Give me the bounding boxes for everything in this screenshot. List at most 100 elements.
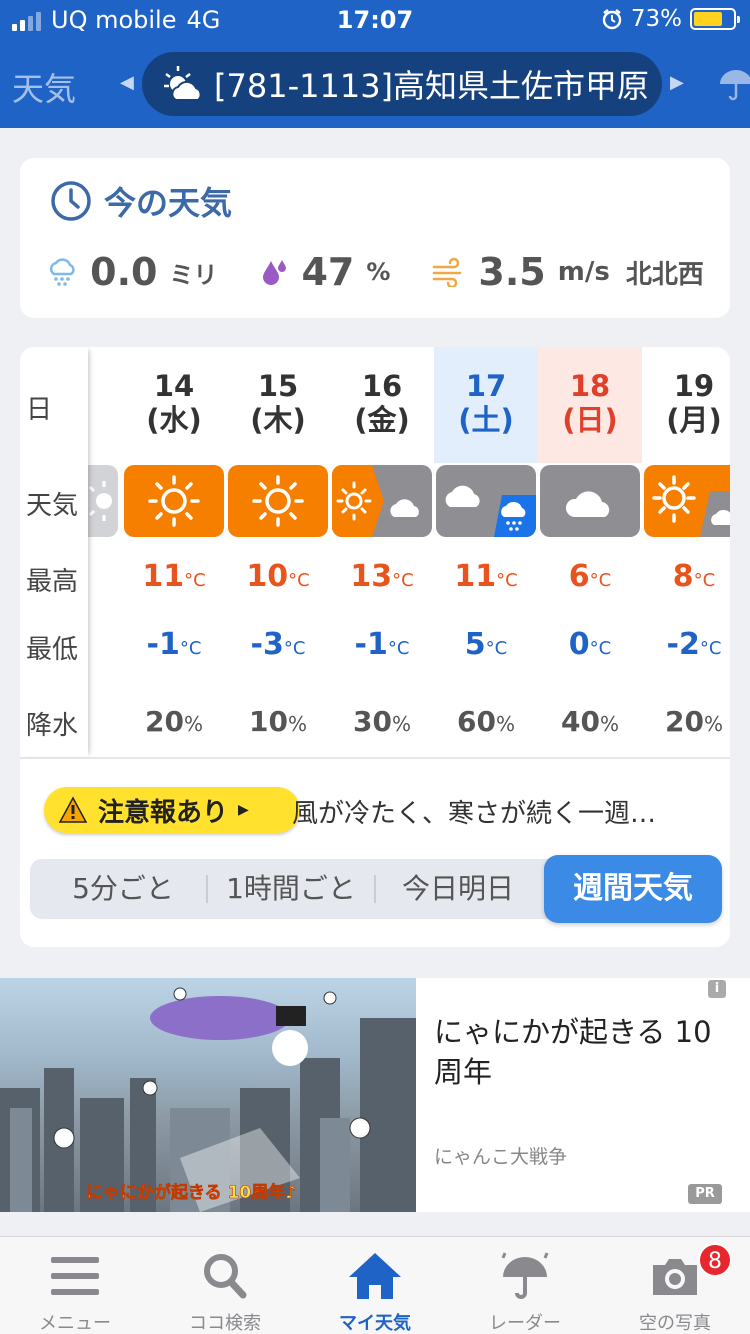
day-header: 19 (月) [642, 347, 730, 463]
prev-page-label[interactable]: 天気 [12, 64, 76, 110]
location-name: [781-1113]高知県土佐市甲原 [214, 67, 650, 105]
row-label-day: 日 [26, 395, 53, 425]
status-bar: UQ mobile 4G 17:07 73% [0, 0, 750, 42]
high-temp: 6°C [568, 559, 612, 594]
current-weather-title: 今の天気 [50, 178, 232, 224]
sunny-icon [228, 465, 328, 537]
battery-icon [690, 8, 740, 30]
row-label-precip: 降水 [26, 711, 79, 741]
day-header: 14 (水) [122, 347, 226, 463]
ad-title[interactable]: にゃにかが起きる 10周年 [434, 1012, 734, 1092]
tab-label: マイ天気 [339, 1313, 411, 1334]
low-temp: 0°C [568, 627, 612, 662]
ad-image-caption: にゃにかが起きる 10周年♪ [86, 1183, 297, 1204]
row-label-low: 最低 [26, 635, 79, 665]
precip-chance: 10% [249, 705, 307, 738]
low-temp: -1°C [354, 627, 410, 662]
sunny-icon [124, 465, 224, 537]
low-temp: 5°C [464, 627, 508, 662]
low-temp: -2°C [666, 627, 722, 662]
high-temp: 13°C [350, 559, 414, 594]
ad-banner[interactable]: にゃにかが起きる 10周年♪ i にゃにかが起きる 10周年 にゃんこ大戦争 P… [0, 978, 750, 1212]
sunny-then-cloudy-icon [644, 465, 730, 537]
wind-direction: 北北西 [625, 259, 704, 290]
tab-search[interactable]: ココ検索 [150, 1237, 300, 1334]
segment-weekly[interactable]: 週間天気 [544, 855, 722, 923]
day-date: 18 [569, 369, 611, 403]
battery-percent: 73% [630, 6, 682, 32]
humidity-drop-icon [263, 260, 287, 285]
tab-label: 空の写真 [639, 1313, 711, 1334]
segment-today-tomorrow[interactable]: 今日明日 [376, 859, 540, 919]
menu-icon [51, 1257, 99, 1295]
forecast-day-15: 15 (木) 10°C -3°C 10% [226, 347, 330, 757]
sunny-then-cloudy-icon [332, 465, 432, 537]
forecast-day-16: 16 (金) 13°C -1°C 30% [330, 347, 434, 757]
status-right: 73% [601, 6, 740, 32]
day-date: 16 [361, 369, 403, 403]
day-date: 15 [257, 369, 299, 403]
forecast-range-selector: 5分ごと 1時間ごと 今日明日 週間天気 [30, 855, 722, 923]
day-date: 17 [465, 369, 507, 403]
high-temp: 10°C [246, 559, 310, 594]
prev-arrow-icon[interactable]: ◀ [120, 72, 134, 93]
sun-behind-cloud-icon [164, 66, 202, 101]
wind-icon [433, 257, 462, 287]
day-date: 19 [673, 369, 715, 403]
forecast-days-scroller[interactable]: 14 (水) 11°C -1°C 20% 15 (木) 10°C -3°C 10% … [20, 347, 730, 757]
ad-image[interactable]: にゃにかが起きる 10周年♪ [0, 978, 416, 1212]
day-header: 15 (木) [226, 347, 330, 463]
card-divider [20, 757, 730, 759]
rain-amount: 0.0 [90, 250, 158, 294]
current-weather-values: 0.0 ミリ 47 % 3.5 m/s 北北西 [20, 250, 730, 294]
ad-brand: にゃんこ大戦争 [434, 1146, 568, 1168]
day-of-week: (木) [250, 403, 306, 437]
tab-sky-photos[interactable]: 8 空の写真 [600, 1237, 750, 1334]
app-header: UQ mobile 4G 17:07 73% 天気 ◀ [781-1113]高知… [0, 0, 750, 128]
precip-chance: 20% [145, 705, 203, 738]
tab-my-weather[interactable]: マイ天気 [300, 1237, 450, 1334]
forecast-day-17: 17 (土) 11°C 5°C 60% [434, 347, 538, 757]
row-label-column: 日 天気 最高 最低 降水 [20, 347, 88, 757]
wind-unit: m/s [557, 257, 610, 287]
precip-chance: 60% [457, 705, 515, 738]
tab-radar[interactable]: レーダー [450, 1237, 600, 1334]
forecast-day-19: 19 (月) 8°C -2°C 20% [642, 347, 730, 757]
warning-icon [58, 796, 88, 823]
humidity-value: 47 [301, 250, 355, 294]
day-date: 14 [153, 369, 195, 403]
advisory-summary[interactable]: 風が冷たく、寒さが続く一週… [292, 793, 656, 830]
umbrella-icon[interactable] [716, 64, 750, 108]
day-header: 17 (土) [434, 347, 538, 463]
advisory-badge[interactable]: 注意報あり ▶ [44, 787, 300, 833]
notification-badge: 8 [698, 1243, 732, 1277]
precip-chance: 20% [665, 705, 723, 738]
forecast-day-14: 14 (水) 11°C -1°C 20% [122, 347, 226, 757]
day-of-week: (水) [146, 403, 202, 437]
ad-pr-badge: PR [688, 1184, 722, 1204]
high-temp: 11°C [142, 559, 206, 594]
segment-hourly[interactable]: 1時間ごと [208, 859, 374, 919]
precip-chance: 30% [353, 705, 411, 738]
day-of-week: (金) [354, 403, 410, 437]
forecast-day-18: 18 (日) 6°C 0°C 40% [538, 347, 642, 757]
tab-menu[interactable]: メニュー [0, 1237, 150, 1334]
high-temp: 8°C [672, 559, 716, 594]
clock-icon [51, 181, 91, 221]
next-arrow-icon[interactable]: ▶ [670, 72, 684, 93]
cloudy-then-rain-icon [436, 465, 536, 537]
humidity-unit: % [366, 258, 391, 286]
day-header: 16 (金) [330, 347, 434, 463]
rain-cloud-icon [50, 258, 75, 286]
segment-5min[interactable]: 5分ごと [40, 859, 206, 919]
home-icon [349, 1253, 401, 1299]
tab-label: メニュー [39, 1313, 111, 1334]
cloudy-icon [540, 465, 640, 537]
low-temp: -1°C [146, 627, 202, 662]
location-selector[interactable]: [781-1113]高知県土佐市甲原 [142, 52, 662, 116]
ad-info-icon[interactable]: i [708, 980, 726, 998]
chevron-right-icon: ▶ [238, 802, 249, 818]
weekly-forecast-card: 日 天気 最高 最低 降水 14 (水) 11°C -1°C 20% 15 (木) [20, 347, 730, 947]
row-label-weather: 天気 [26, 491, 79, 521]
alarm-icon [602, 9, 622, 30]
